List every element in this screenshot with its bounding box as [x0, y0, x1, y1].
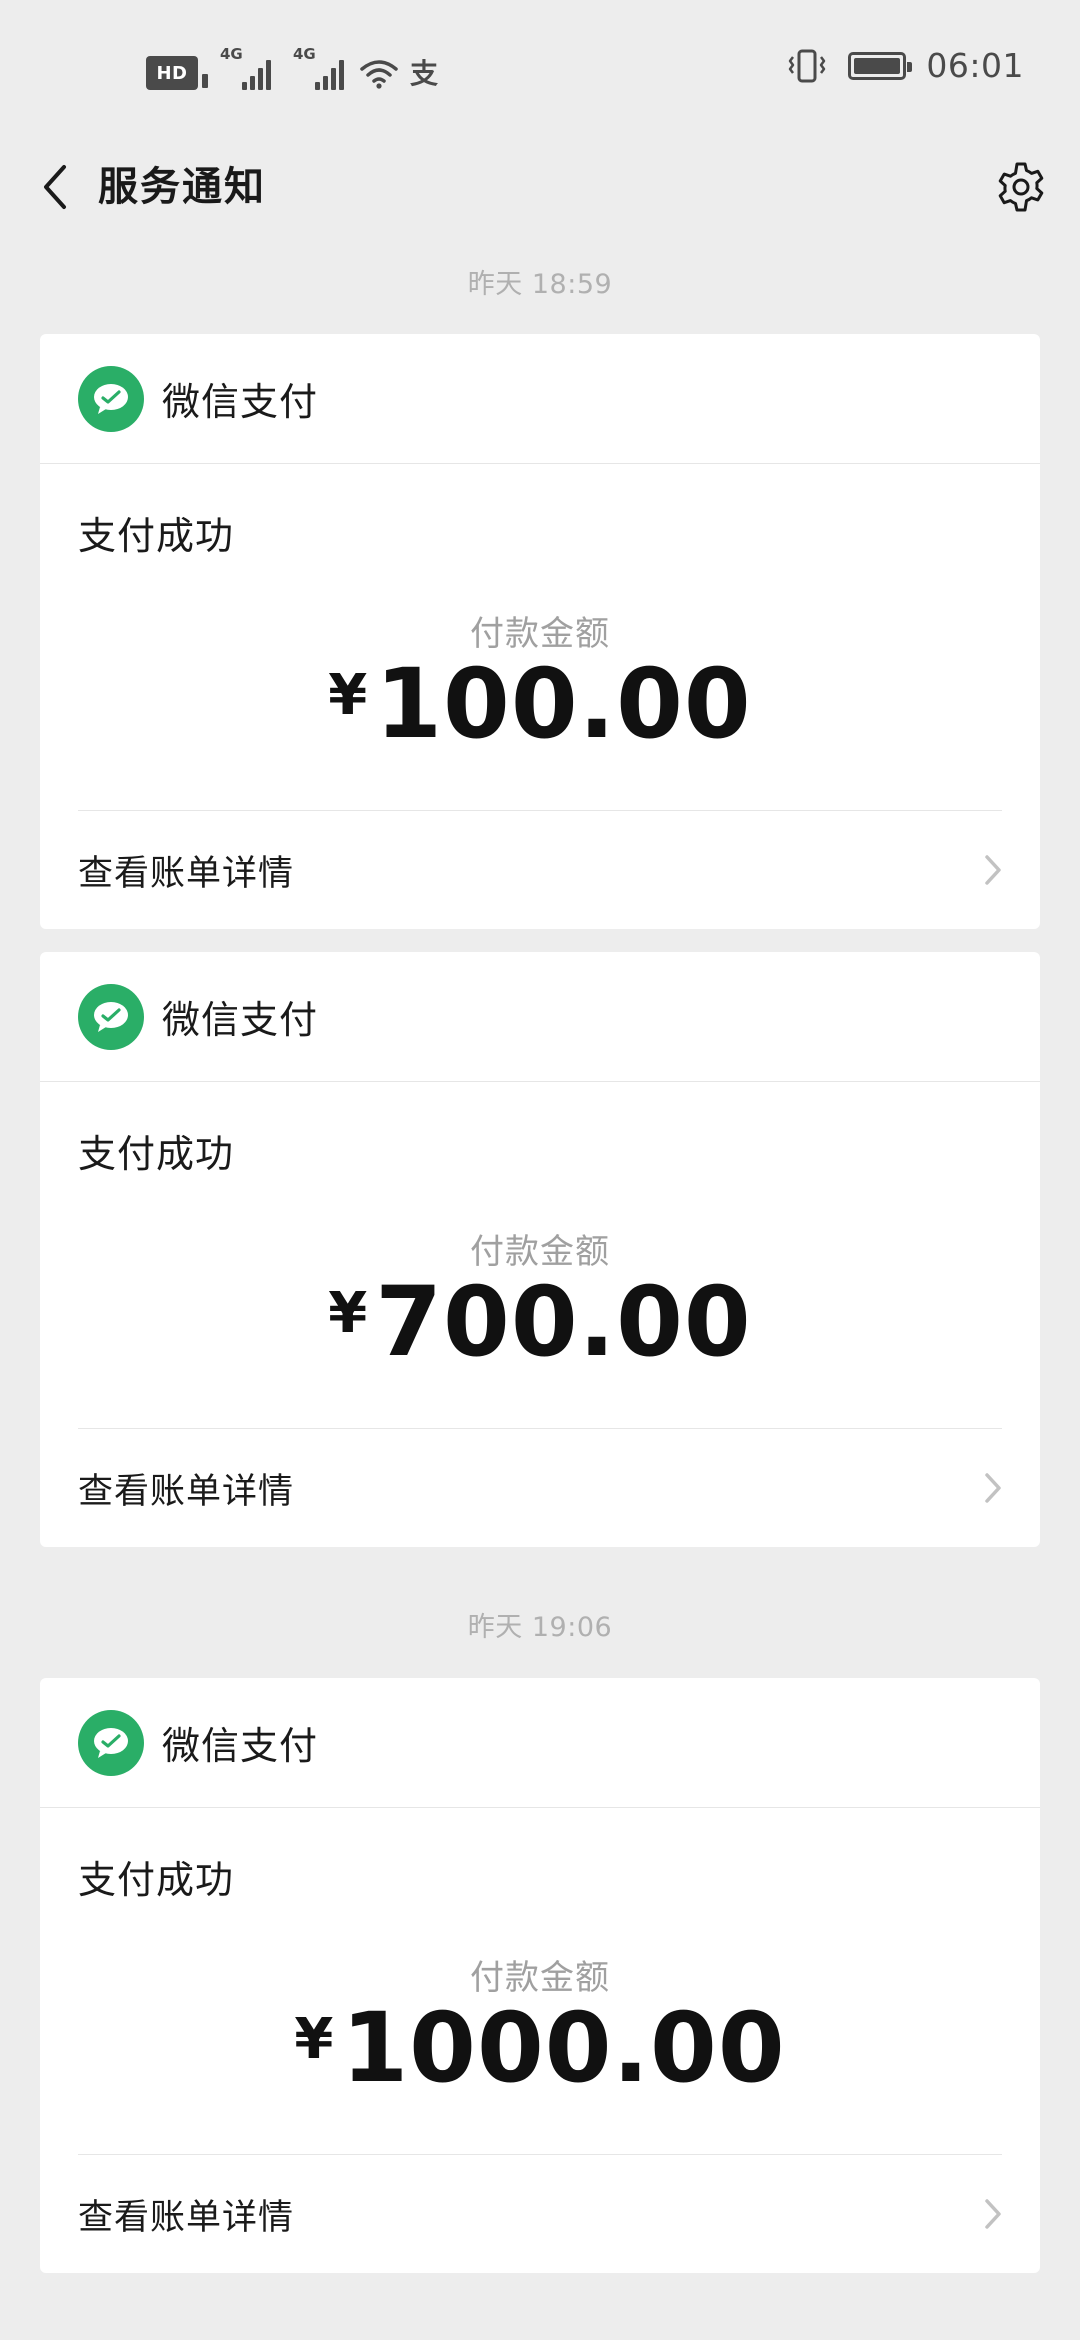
- payment-notification-card: 微信支付 支付成功 付款金额 ¥700.00 查看账单详情: [40, 952, 1040, 1547]
- status-bar: HD 4G 4G 支 06:01: [0, 0, 1080, 132]
- hd-icon: HD: [146, 56, 208, 90]
- currency-symbol: ¥: [328, 663, 368, 728]
- card-title: 支付成功: [78, 1132, 235, 1176]
- view-bill-details-label: 查看账单详情: [78, 853, 295, 894]
- wechat-pay-icon: [78, 365, 144, 432]
- payment-notification-card: 微信支付 支付成功 付款金额 ¥1000.00 查看账单详情: [40, 1678, 1040, 2273]
- service-notifications-screen: HD 4G 4G 支 06:01 服务通知 昨天 18:59 微信支付 支付成功…: [0, 0, 1080, 2340]
- card-header: 微信支付: [40, 334, 1040, 464]
- timestamp: 昨天 18:59: [467, 269, 613, 300]
- status-right-icons: 06:01: [786, 42, 1024, 90]
- alipay-icon: 支: [410, 57, 439, 90]
- app-name: 微信支付: [162, 380, 319, 424]
- wifi-icon: [360, 60, 398, 89]
- currency-symbol: ¥: [328, 1281, 368, 1346]
- status-left-icons: HD 4G 4G 支: [146, 42, 438, 90]
- amount-number: 700.00: [375, 1266, 752, 1378]
- amount-number: 1000.00: [341, 1992, 786, 2104]
- view-bill-details-label: 查看账单详情: [78, 2197, 295, 2238]
- nav-bar: 服务通知: [0, 132, 1080, 242]
- card-body: 支付成功 付款金额 ¥700.00 查看账单详情: [40, 1082, 1040, 1547]
- chevron-right-icon: [978, 2194, 1008, 2234]
- back-button[interactable]: [20, 142, 90, 232]
- card-header: 微信支付: [40, 1678, 1040, 1808]
- view-bill-details-link[interactable]: 查看账单详情: [78, 811, 1002, 929]
- status-time: 06:01: [926, 46, 1024, 85]
- card-header: 微信支付: [40, 952, 1040, 1082]
- card-body: 支付成功 付款金额 ¥100.00 查看账单详情: [40, 464, 1040, 929]
- chevron-right-icon: [978, 850, 1008, 890]
- page-title: 服务通知: [98, 164, 266, 210]
- hd-label: HD: [156, 62, 188, 84]
- network-type-label: 4G: [220, 45, 243, 63]
- amount-value: ¥1000.00: [78, 1998, 1002, 2098]
- amount-value: ¥700.00: [78, 1272, 1002, 1372]
- app-name: 微信支付: [162, 1724, 319, 1768]
- chevron-right-icon: [978, 1468, 1008, 1508]
- card-body: 支付成功 付款金额 ¥1000.00 查看账单详情: [40, 1808, 1040, 2273]
- app-name: 微信支付: [162, 998, 319, 1042]
- card-title: 支付成功: [78, 1858, 235, 1902]
- timestamp: 昨天 19:06: [467, 1612, 613, 1643]
- signal-icon: 4G: [220, 45, 271, 90]
- vibrate-icon: [789, 49, 826, 83]
- signal-icon: 4G: [293, 45, 344, 90]
- settings-button[interactable]: [976, 142, 1066, 232]
- payment-notification-card: 微信支付 支付成功 付款金额 ¥100.00 查看账单详情: [40, 334, 1040, 929]
- view-bill-details-link[interactable]: 查看账单详情: [78, 1429, 1002, 1547]
- view-bill-details-link[interactable]: 查看账单详情: [78, 2155, 1002, 2273]
- amount-value: ¥100.00: [78, 654, 1002, 754]
- network-type-label: 4G: [293, 45, 316, 63]
- currency-symbol: ¥: [294, 2007, 334, 2072]
- wechat-pay-icon: [78, 983, 144, 1050]
- wechat-pay-icon: [78, 1709, 144, 1776]
- card-title: 支付成功: [78, 514, 235, 558]
- amount-number: 100.00: [375, 648, 752, 760]
- chevron-left-icon: [44, 165, 66, 209]
- view-bill-details-label: 查看账单详情: [78, 1471, 295, 1512]
- gear-icon: [998, 162, 1044, 212]
- battery-icon: [848, 52, 913, 80]
